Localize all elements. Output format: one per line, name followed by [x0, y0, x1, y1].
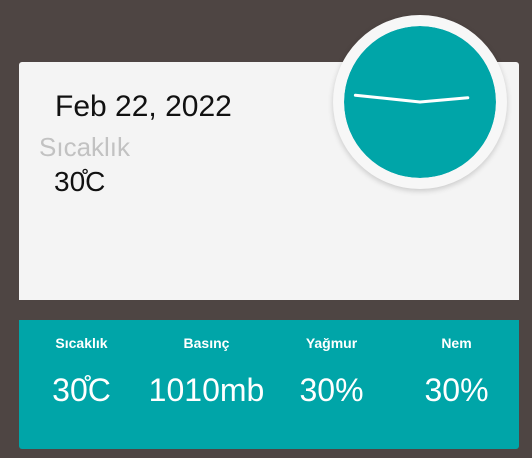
stat-label: Nem: [441, 335, 472, 351]
temperature-caption: Sıcaklık: [39, 132, 131, 162]
clock-face: [344, 26, 496, 178]
stat-humidity: Nem 30%: [394, 320, 519, 449]
clock-svg: [344, 26, 496, 178]
stat-value: 1010mb: [148, 372, 265, 408]
date-label: Feb 22, 2022: [55, 90, 232, 123]
stat-value: 30̊C: [52, 372, 111, 408]
stat-value: 30%: [424, 372, 489, 408]
section-divider: [19, 300, 519, 320]
stat-pressure: Basınç 1010mb: [144, 320, 269, 449]
analog-clock: [333, 15, 507, 189]
stat-temperature: Sıcaklık 30̊C: [19, 320, 144, 449]
stat-label: Basınç: [183, 335, 230, 351]
stat-rain: Yağmur 30%: [269, 320, 394, 449]
temperature-value: 30̊C: [54, 166, 106, 197]
stat-value: 30%: [299, 372, 364, 408]
stat-label: Sıcaklık: [55, 335, 108, 351]
stats-bar: Sıcaklık 30̊C Basınç 1010mb Yağmur 30% N…: [19, 320, 519, 449]
stat-label: Yağmur: [305, 335, 358, 351]
